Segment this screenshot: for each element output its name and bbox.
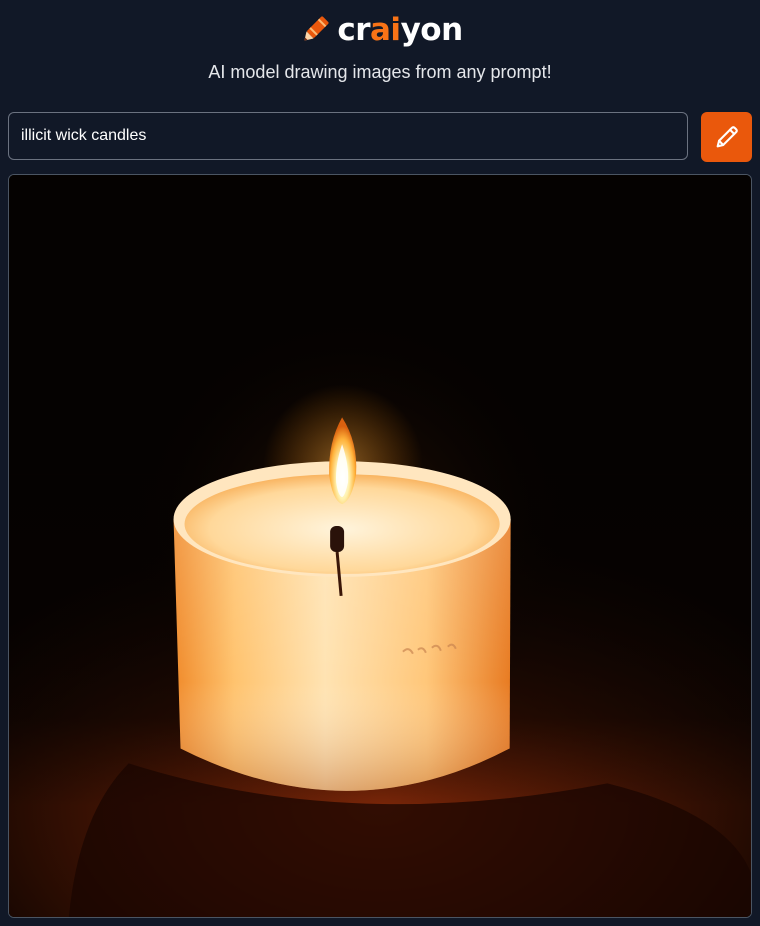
- logo-wordmark: craiyon: [337, 12, 464, 48]
- tagline: AI model drawing images from any prompt!: [208, 62, 552, 82]
- prompt-input[interactable]: [8, 112, 688, 160]
- logo[interactable]: craiyon: [0, 12, 760, 48]
- logo-prefix: cr: [337, 12, 371, 48]
- draw-button[interactable]: [701, 112, 752, 162]
- candle-image: [9, 175, 751, 917]
- logo-suffix: yon: [400, 12, 464, 48]
- prompt-row: [8, 112, 752, 162]
- craiyon-page: craiyon AI model drawing images from any…: [0, 0, 760, 926]
- logo-accent: ai: [370, 12, 401, 48]
- pencil-icon: [716, 126, 738, 148]
- generated-image[interactable]: [8, 174, 752, 918]
- crayon-icon: [304, 16, 329, 41]
